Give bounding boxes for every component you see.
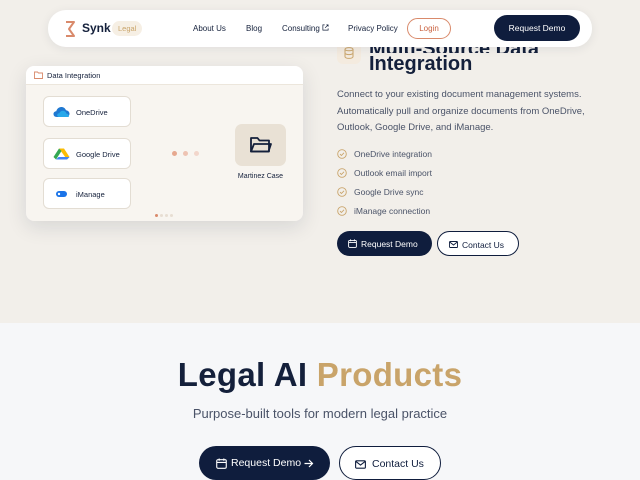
feature-bullet-text: iManage connection [354,206,431,216]
nav-request-demo-button[interactable]: Request Demo [494,15,580,41]
nav-consulting-label: Consulting [282,24,320,33]
feature-request-demo-button[interactable]: Request Demo [337,231,432,256]
panel-header: Data Integration [26,66,303,85]
calendar-icon [348,239,357,248]
synk-logo-icon[interactable] [64,21,76,37]
nav-consulting-link[interactable]: Consulting [282,24,329,33]
mail-icon [355,460,366,469]
feature-bullet-text: OneDrive integration [354,149,432,159]
flow-dot [183,151,188,156]
products-heading-part1: Legal AI [177,356,308,393]
feature-description: Connect to your existing document manage… [337,89,585,133]
check-circle-icon [337,206,347,216]
products-heading-part2: Products [316,356,463,393]
check-circle-icon [337,149,347,159]
hero-contact-us-button[interactable]: Contact Us [339,446,441,480]
login-button[interactable]: Login [407,18,451,39]
data-integration-panel: Data Integration OneDrive Google Drive i… [26,66,303,221]
arrow-right-icon [304,459,314,468]
products-heading: Legal AI Products [0,356,640,394]
carousel-dot[interactable] [160,214,163,217]
source-card-imanage[interactable]: iManage [43,178,131,209]
onedrive-icon [53,107,70,117]
products-subtitle: Purpose-built tools for modern legal pra… [192,406,448,421]
nav-privacy-link[interactable]: Privacy Policy [348,24,398,33]
google-drive-icon [53,148,70,160]
carousel-dot[interactable] [165,214,168,217]
hero-request-demo-button[interactable]: Request Demo [199,446,330,480]
nav-about-link[interactable]: About Us [193,24,226,33]
calendar-icon [216,458,227,469]
source-card-onedrive[interactable]: OneDrive [43,96,131,127]
feature-request-demo-label: Request Demo [361,239,418,249]
feature-bullet-text: Outlook email import [354,168,432,178]
flow-dot [194,151,199,156]
check-circle-icon [337,168,347,178]
carousel-dot-active[interactable] [155,214,158,217]
imanage-icon [56,191,67,197]
feature-contact-us-button[interactable]: Contact Us [437,231,519,256]
folder-outline-icon [34,71,43,79]
flow-dot [172,151,177,156]
feature-contact-us-label: Contact Us [462,240,505,250]
case-folder[interactable] [235,124,286,166]
mail-icon [449,241,458,248]
nav-blog-link[interactable]: Blog [246,24,262,33]
check-circle-icon [337,187,347,197]
panel-title: Data Integration [47,71,101,80]
feature-bullet-text: Google Drive sync [354,187,424,197]
hero-request-demo-label: Request Demo [231,457,302,469]
source-label-onedrive: OneDrive [76,108,108,117]
external-link-icon [322,24,329,31]
source-label-google-drive: Google Drive [76,150,120,159]
case-folder-label: Martinez Case [237,173,284,180]
hero-contact-us-label: Contact Us [372,458,424,470]
source-label-imanage: iManage [76,190,105,199]
carousel-dot[interactable] [170,214,173,217]
folder-open-icon [250,137,272,153]
brand-name[interactable]: Synk [82,21,111,35]
database-icon [344,47,354,59]
navbar: Synk Legal About Us Blog Consulting Priv… [48,10,592,47]
source-card-google-drive[interactable]: Google Drive [43,138,131,169]
legal-badge: Legal [112,21,143,36]
feature-title-line2: Integration [369,53,473,75]
